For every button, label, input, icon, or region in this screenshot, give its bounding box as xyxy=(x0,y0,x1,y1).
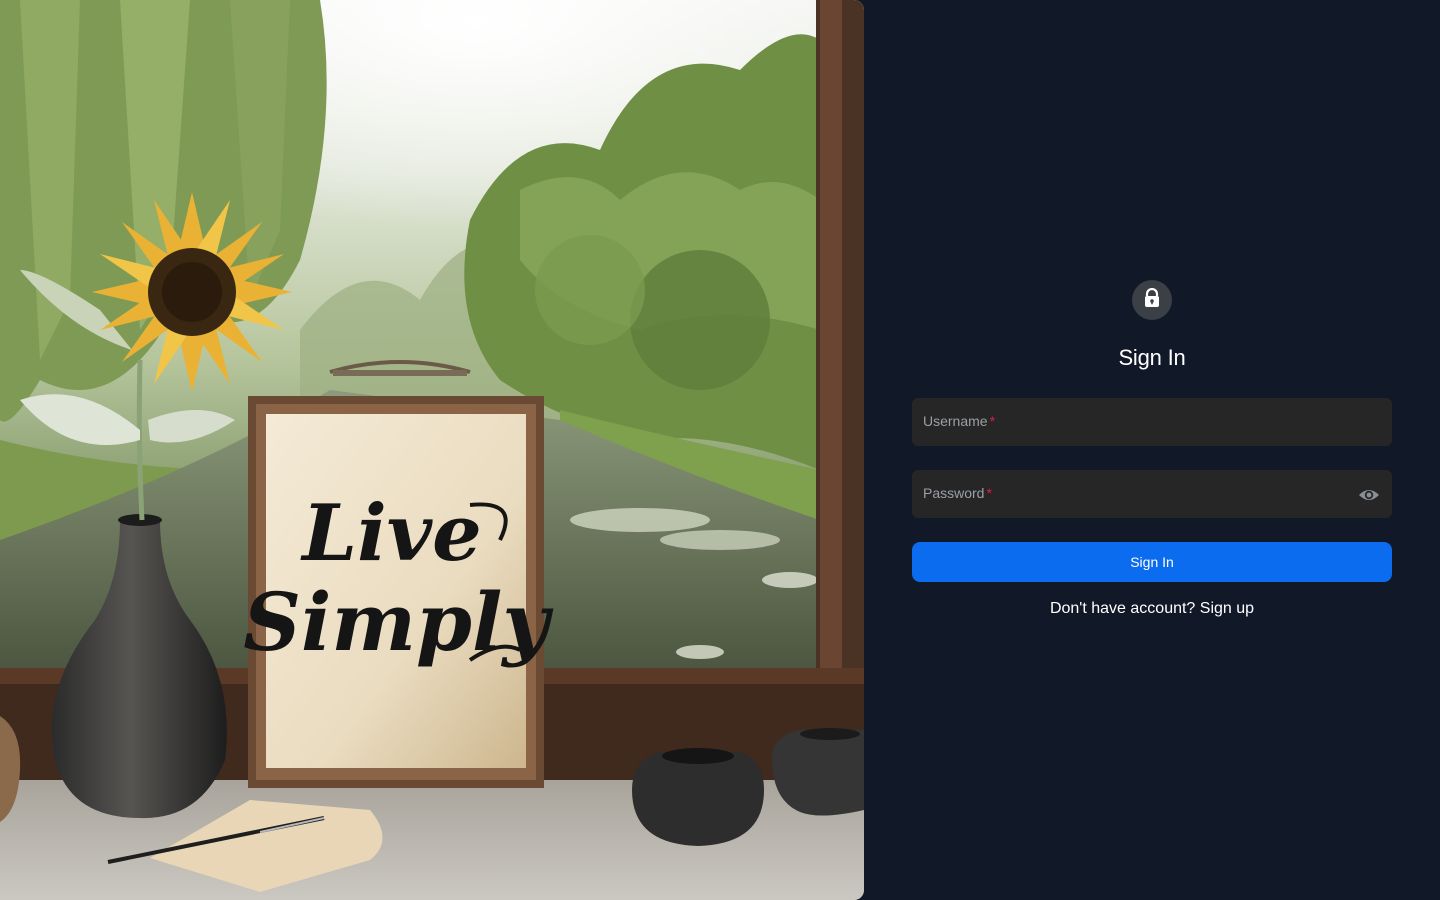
username-input[interactable] xyxy=(912,398,1392,446)
username-field[interactable]: Username * xyxy=(912,398,1392,446)
signup-link[interactable]: Sign up xyxy=(1200,600,1254,617)
hero-illustration: Live Simply xyxy=(0,0,864,900)
signin-panel: Sign In Username * Password * Sign In Do… xyxy=(864,0,1440,900)
password-input[interactable] xyxy=(912,470,1392,518)
lock-avatar xyxy=(1132,280,1172,320)
signin-page: Live Simply Sign In Username * Password … xyxy=(0,0,1440,900)
password-field[interactable]: Password * xyxy=(912,470,1392,518)
hero-sign-line1: Live xyxy=(300,488,481,579)
hero-sign-line2: Simply xyxy=(243,575,554,669)
hero-scene-svg: Live Simply xyxy=(0,0,864,900)
signin-button[interactable]: Sign In xyxy=(912,542,1392,582)
lock-icon xyxy=(1143,287,1161,312)
signin-title: Sign In xyxy=(1118,345,1186,370)
signin-form: Sign In Username * Password * Sign In Do… xyxy=(912,280,1392,618)
eye-icon[interactable] xyxy=(1358,486,1380,504)
signup-prompt: Don't have account? Sign up xyxy=(912,600,1392,618)
no-account-text: Don't have account? xyxy=(1049,600,1196,617)
